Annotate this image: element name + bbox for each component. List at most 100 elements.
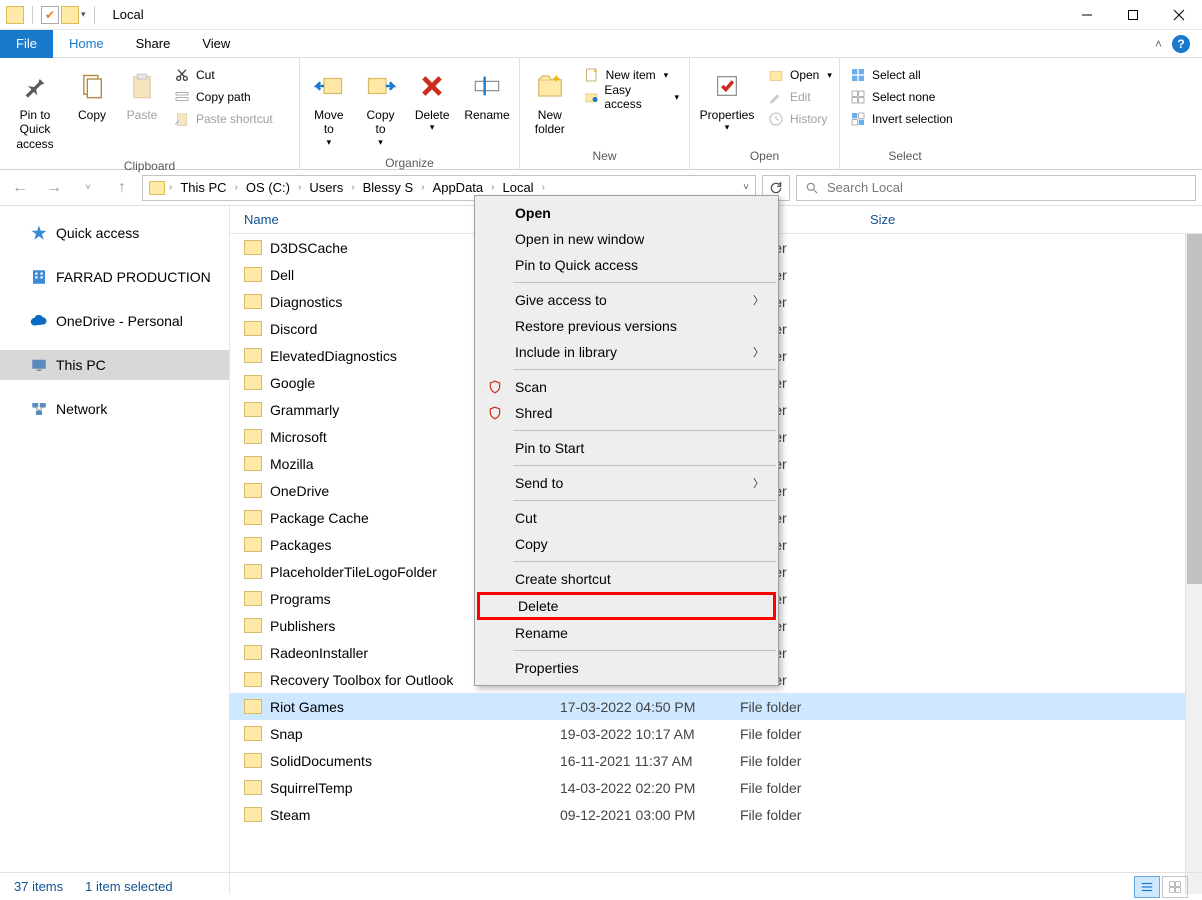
qat-properties-icon[interactable]: ✔ — [41, 6, 59, 24]
qat-separator — [94, 6, 95, 24]
pin-to-quick-access-button[interactable]: Pin to Quick access — [4, 64, 66, 153]
close-button[interactable] — [1156, 0, 1202, 30]
search-input[interactable]: Search Local — [796, 175, 1196, 201]
breadcrumb[interactable]: Local — [498, 180, 537, 195]
scroll-thumb[interactable] — [1187, 234, 1202, 584]
table-row[interactable]: SquirrelTemp14-03-2022 02:20 PMFile fold… — [230, 774, 1202, 801]
invert-selection-button[interactable]: Invert selection — [844, 108, 959, 130]
ctx-pin-start[interactable]: Pin to Start — [475, 435, 778, 461]
cut-button[interactable]: Cut — [168, 64, 279, 86]
delete-button[interactable]: Delete▾ — [407, 64, 457, 135]
shield-icon — [487, 405, 503, 421]
back-button[interactable]: ← — [6, 174, 34, 202]
copy-button[interactable]: Copy — [68, 64, 116, 124]
easy-access-button[interactable]: Easy access▾ — [578, 86, 685, 108]
file-name: Packages — [270, 537, 331, 553]
breadcrumb[interactable]: Blessy S — [359, 180, 418, 195]
table-row[interactable]: Steam09-12-2021 03:00 PMFile folder — [230, 801, 1202, 828]
ctx-open-new-window[interactable]: Open in new window — [475, 226, 778, 252]
breadcrumb[interactable]: OS (C:) — [242, 180, 294, 195]
ctx-include-library[interactable]: Include in library〉 — [475, 339, 778, 365]
sidebar-item-farrad[interactable]: FARRAD PRODUCTION — [0, 262, 229, 292]
folder-icon — [244, 618, 262, 633]
breadcrumb[interactable]: Users — [305, 180, 347, 195]
ctx-give-access[interactable]: Give access to〉 — [475, 287, 778, 313]
status-items: 37 items — [14, 879, 63, 894]
breadcrumb[interactable]: AppData — [429, 180, 488, 195]
folder-icon — [244, 321, 262, 336]
file-name: PlaceholderTileLogoFolder — [270, 564, 437, 580]
paste-button[interactable]: Paste — [118, 64, 166, 124]
scrollbar[interactable] — [1185, 234, 1202, 894]
ctx-separator — [513, 369, 776, 370]
ctx-pin-quick-access[interactable]: Pin to Quick access — [475, 252, 778, 278]
file-type: File folder — [740, 753, 870, 769]
details-view-button[interactable] — [1134, 876, 1160, 898]
tab-home[interactable]: Home — [53, 30, 120, 58]
folder-icon — [244, 375, 262, 390]
ctx-open[interactable]: Open — [475, 200, 778, 226]
folder-icon — [244, 429, 262, 444]
navigation-pane: Quick access FARRAD PRODUCTION OneDrive … — [0, 206, 230, 894]
tab-file[interactable]: File — [0, 30, 53, 58]
table-row[interactable]: Snap19-03-2022 10:17 AMFile folder — [230, 720, 1202, 747]
breadcrumb[interactable]: This PC — [176, 180, 230, 195]
sidebar-item-network[interactable]: Network — [0, 394, 229, 424]
copy-path-button[interactable]: Copy path — [168, 86, 279, 108]
folder-icon — [244, 267, 262, 282]
tab-view[interactable]: View — [186, 30, 246, 58]
folder-icon — [244, 672, 262, 687]
ctx-separator — [513, 282, 776, 283]
ctx-shred[interactable]: Shred — [475, 400, 778, 426]
table-row[interactable]: SolidDocuments16-11-2021 11:37 AMFile fo… — [230, 747, 1202, 774]
table-row[interactable]: Riot Games17-03-2022 04:50 PMFile folder — [230, 693, 1202, 720]
rename-button[interactable]: Rename — [459, 64, 515, 124]
move-to-button[interactable]: Move to▾ — [304, 64, 354, 150]
edit-button[interactable]: Edit — [762, 86, 838, 108]
sidebar-item-onedrive[interactable]: OneDrive - Personal — [0, 306, 229, 336]
ctx-separator — [513, 650, 776, 651]
file-date: 09-12-2021 03:00 PM — [560, 807, 740, 823]
sidebar-item-this-pc[interactable]: This PC — [0, 350, 229, 380]
ctx-restore-versions[interactable]: Restore previous versions — [475, 313, 778, 339]
file-name: Mozilla — [270, 456, 314, 472]
address-dropdown-icon[interactable]: ˅ — [743, 182, 749, 193]
select-none-button[interactable]: Select none — [844, 86, 959, 108]
qat-dropdown-icon[interactable]: ▾ — [81, 9, 86, 20]
file-name: Discord — [270, 321, 317, 337]
forward-button[interactable]: → — [40, 174, 68, 202]
ctx-cut[interactable]: Cut — [475, 505, 778, 531]
ctx-copy[interactable]: Copy — [475, 531, 778, 557]
ctx-send-to[interactable]: Send to〉 — [475, 470, 778, 496]
ctx-create-shortcut[interactable]: Create shortcut — [475, 566, 778, 592]
file-name: Package Cache — [270, 510, 369, 526]
ctx-delete[interactable]: Delete — [477, 592, 776, 620]
tab-share[interactable]: Share — [120, 30, 187, 58]
ctx-scan[interactable]: Scan — [475, 374, 778, 400]
paste-shortcut-button[interactable]: Paste shortcut — [168, 108, 279, 130]
history-button[interactable]: History — [762, 108, 838, 130]
ctx-separator — [513, 465, 776, 466]
maximize-button[interactable] — [1110, 0, 1156, 30]
select-all-button[interactable]: Select all — [844, 64, 959, 86]
ctx-properties[interactable]: Properties — [475, 655, 778, 681]
file-name: Riot Games — [270, 699, 344, 715]
properties-button[interactable]: Properties▾ — [694, 64, 760, 135]
large-icons-view-button[interactable] — [1162, 876, 1188, 898]
minimize-button[interactable] — [1064, 0, 1110, 30]
collapse-ribbon-icon[interactable]: ˄ — [1155, 37, 1162, 51]
copy-to-button[interactable]: Copy to▾ — [356, 64, 406, 150]
ctx-rename[interactable]: Rename — [475, 620, 778, 646]
sidebar-item-quick-access[interactable]: Quick access — [0, 218, 229, 248]
help-icon[interactable]: ? — [1172, 35, 1190, 53]
file-name: Microsoft — [270, 429, 327, 445]
folder-icon — [244, 456, 262, 471]
qat-folder-icon[interactable] — [61, 6, 79, 24]
open-button[interactable]: Open▾ — [762, 64, 838, 86]
column-size[interactable]: Size — [870, 212, 1202, 227]
folder-icon — [244, 402, 262, 417]
recent-dropdown-icon[interactable]: ˅ — [74, 174, 102, 202]
ribbon-group-open: Properties▾ Open▾ Edit History Open — [690, 58, 840, 169]
up-button[interactable]: ↑ — [108, 174, 136, 202]
new-folder-button[interactable]: New folder — [524, 64, 576, 139]
